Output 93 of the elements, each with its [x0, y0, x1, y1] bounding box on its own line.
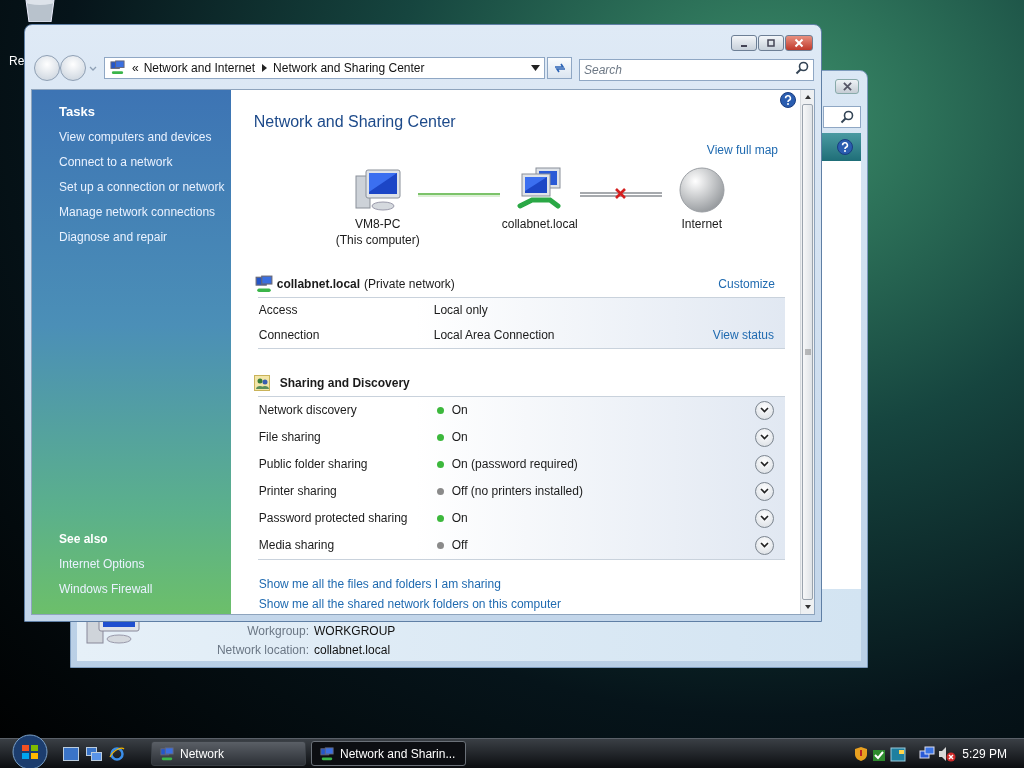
show-desktop-icon[interactable]	[63, 746, 79, 761]
chevron-down-icon	[760, 434, 769, 441]
setting-label: Printer sharing	[258, 483, 338, 501]
detail-label: Network location:	[215, 642, 309, 659]
node-label[interactable]: collabnet.local	[501, 215, 578, 232]
node-subtitle: (This computer)	[335, 231, 420, 248]
node-label[interactable]: Internet	[681, 215, 723, 232]
grip-icon	[804, 348, 811, 355]
page-title: Network and Sharing Center	[253, 111, 456, 132]
breadcrumb[interactable]: Network and Internet	[143, 58, 256, 77]
task-link[interactable]: View computers and devices	[59, 124, 231, 150]
switch-windows-icon[interactable]	[86, 746, 102, 761]
setting-label: Media sharing	[258, 537, 336, 555]
sharing-link[interactable]: Show me all the files and folders I am sharing	[258, 573, 501, 594]
start-button[interactable]	[12, 733, 48, 768]
recycle-bin-icon[interactable]	[22, 0, 58, 22]
task-link[interactable]: Set up a connection or network	[59, 174, 231, 200]
network-type: (Private network)	[364, 275, 455, 293]
minimize-button[interactable]	[731, 34, 757, 51]
section-heading: Sharing and Discovery	[279, 374, 410, 392]
expand-button[interactable]	[755, 535, 774, 555]
view-full-map-link[interactable]: View full map	[706, 141, 778, 158]
breadcrumb[interactable]: Network and Sharing Center	[273, 58, 425, 77]
row-value: Local only	[433, 302, 488, 320]
setting-value: Off (no printers installed)	[451, 483, 583, 501]
help-icon[interactable]	[837, 139, 853, 155]
network-icon	[320, 746, 334, 761]
pane-heading: See also	[59, 531, 109, 548]
network-icon	[253, 274, 274, 293]
maximize-button[interactable]	[758, 34, 784, 51]
setting-label: File sharing	[258, 429, 322, 447]
sharing-link[interactable]: Show me all the shared network folders on this computer	[258, 593, 561, 614]
view-status-link[interactable]: View status	[712, 326, 774, 345]
refresh-arrows-icon	[552, 61, 567, 74]
node-label[interactable]: VM8-PC	[355, 215, 401, 232]
scroll-thumb[interactable]	[802, 103, 813, 600]
pane-heading: Tasks	[59, 103, 96, 120]
setting-value: On	[451, 429, 468, 447]
setting-label: Network discovery	[258, 402, 358, 420]
taskbar-button[interactable]: Network	[151, 741, 306, 766]
chevron-down-icon	[760, 488, 769, 495]
chevron-down-icon	[760, 407, 769, 414]
maximize-icon	[766, 37, 776, 48]
detail-label: Workgroup:	[246, 623, 309, 640]
close-icon	[842, 81, 852, 91]
close-button[interactable]	[835, 78, 859, 94]
setting-value: On	[451, 402, 468, 420]
close-icon	[794, 37, 804, 48]
expand-button[interactable]	[755, 508, 774, 528]
desktop-icon-label[interactable]: Re	[9, 52, 25, 70]
address-bar[interactable]: « Network and Internet Network and Sharing Center	[104, 56, 545, 79]
chevron-right-icon[interactable]	[261, 63, 268, 72]
expand-button[interactable]	[755, 427, 774, 447]
network-icon	[110, 60, 125, 76]
chevron-down-icon	[760, 461, 769, 468]
expand-button[interactable]	[755, 454, 774, 474]
task-link[interactable]: Manage network connections	[59, 199, 231, 225]
setting-value: Off	[451, 537, 468, 555]
expand-button[interactable]	[755, 400, 774, 420]
setting-label: Public folder sharing	[258, 456, 369, 474]
detail-value: collabnet.local	[314, 642, 392, 659]
taskbar-button[interactable]: Network and Sharin...	[311, 741, 466, 766]
detail-value: WORKGROUP	[314, 623, 396, 640]
task-link[interactable]: Connect to a network	[59, 149, 231, 175]
minimize-icon	[741, 44, 747, 47]
search-icon[interactable]	[795, 60, 809, 75]
setting-value: On (password required)	[451, 456, 578, 474]
chevron-down-icon	[760, 515, 769, 522]
scrollbar[interactable]	[800, 89, 814, 614]
clock[interactable]: 5:29 PM	[962, 744, 1007, 763]
users-icon	[253, 374, 270, 391]
network-icon[interactable]	[919, 745, 936, 762]
search-icon	[840, 110, 854, 124]
customize-link[interactable]: Customize	[718, 274, 775, 293]
muted-speaker-icon[interactable]	[938, 745, 957, 762]
network-name: collabnet.local	[276, 275, 361, 293]
expand-button[interactable]	[755, 481, 774, 501]
task-link[interactable]: Diagnose and repair	[59, 224, 231, 250]
refresh-button[interactable]	[547, 56, 572, 79]
search-field[interactable]	[823, 106, 861, 128]
setting-label: Password protected sharing	[258, 510, 409, 528]
search-field[interactable]: Search	[579, 58, 814, 81]
breadcrumb-overflow[interactable]: «	[132, 58, 139, 77]
network-icon	[160, 746, 174, 761]
close-button[interactable]	[785, 34, 813, 51]
row-label: Connection	[258, 327, 321, 345]
help-icon[interactable]	[780, 91, 796, 108]
shield-icon[interactable]	[854, 745, 869, 762]
setting-value: On	[451, 510, 468, 528]
chevron-down-icon	[760, 542, 769, 549]
row-value: Local Area Connection	[433, 327, 555, 345]
row-label: Access	[258, 302, 299, 320]
browser-icon[interactable]	[109, 745, 125, 762]
